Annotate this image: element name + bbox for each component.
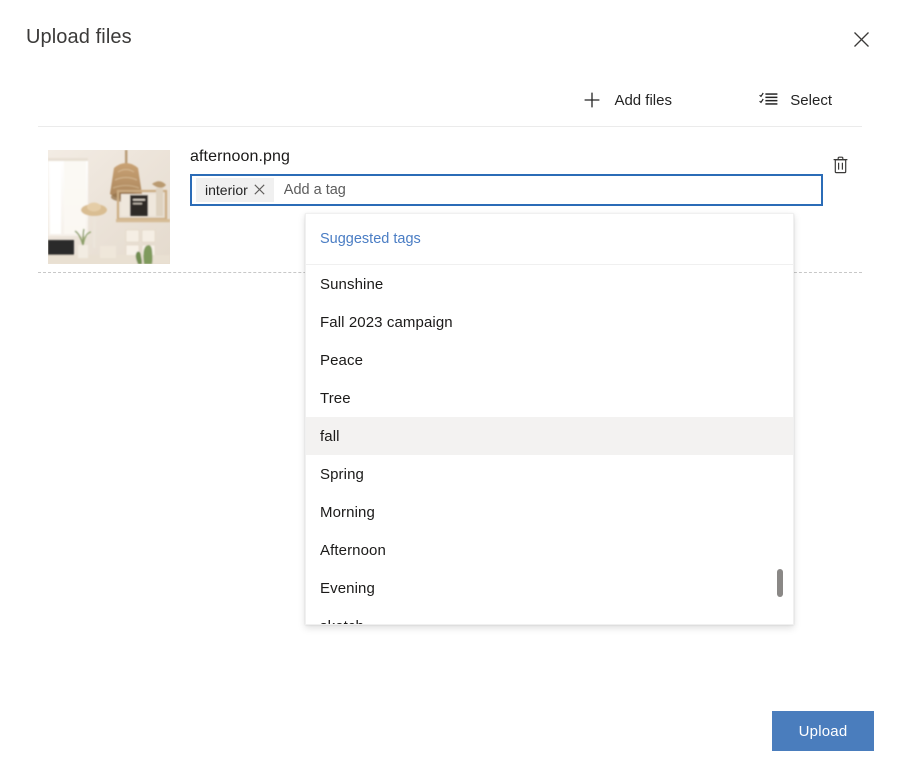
plus-icon <box>582 90 602 110</box>
suggestion-item[interactable]: Peace <box>306 341 793 379</box>
suggestion-item[interactable]: Spring <box>306 455 793 493</box>
close-button[interactable] <box>844 22 878 56</box>
select-label: Select <box>790 92 832 109</box>
page-title: Upload files <box>26 26 132 49</box>
suggested-tags-dropdown: Suggested tags SunshineFall 2023 campaig… <box>305 213 794 625</box>
select-list-icon <box>758 90 778 110</box>
close-icon <box>254 183 265 198</box>
tag-remove-button[interactable] <box>248 178 272 202</box>
dropdown-scrollbar[interactable] <box>777 569 783 597</box>
tag-input-field[interactable]: interior <box>190 174 823 206</box>
command-bar: Add files Select <box>38 82 862 120</box>
suggestion-item[interactable]: Afternoon <box>306 531 793 569</box>
tag-chip-interior: interior <box>196 178 274 202</box>
delete-file-button[interactable] <box>824 150 856 182</box>
select-button[interactable]: Select <box>754 82 836 118</box>
close-icon <box>853 31 870 48</box>
upload-files-dialog: Upload files Add files <box>0 0 900 776</box>
add-files-label: Add files <box>614 92 672 109</box>
suggestion-item[interactable]: sketch <box>306 607 793 625</box>
tag-chip-label: interior <box>205 182 248 198</box>
suggestion-item[interactable]: Sunshine <box>306 265 793 303</box>
add-files-button[interactable]: Add files <box>578 82 676 118</box>
trash-icon <box>832 156 849 177</box>
toolbar-divider <box>38 126 862 127</box>
suggested-tags-header: Suggested tags <box>306 214 793 265</box>
suggestion-item[interactable]: Fall 2023 campaign <box>306 303 793 341</box>
file-name: afternoon.png <box>190 148 290 166</box>
suggestion-item[interactable]: Morning <box>306 493 793 531</box>
add-tag-input[interactable] <box>280 177 817 203</box>
suggestion-item[interactable]: fall <box>306 417 793 455</box>
file-thumbnail <box>48 150 170 264</box>
suggested-tags-list: SunshineFall 2023 campaignPeaceTreefallS… <box>306 265 793 625</box>
suggestion-item[interactable]: Tree <box>306 379 793 417</box>
suggestion-item[interactable]: Evening <box>306 569 793 607</box>
upload-button[interactable]: Upload <box>772 711 874 751</box>
